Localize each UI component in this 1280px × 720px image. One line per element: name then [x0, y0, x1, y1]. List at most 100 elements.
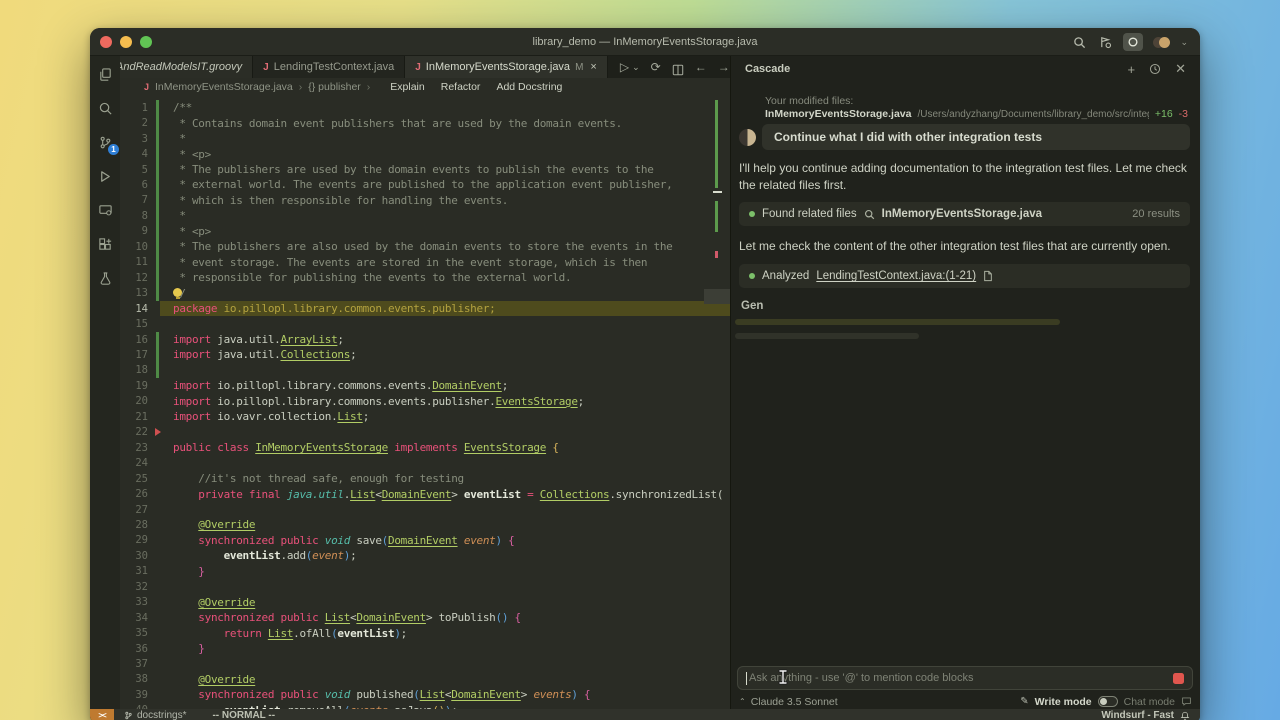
code-line[interactable]: 25 //it's not thread safe, enough for te… [120, 471, 730, 486]
code-line[interactable]: 18 [120, 363, 730, 378]
code-line[interactable]: 33 @Override [120, 595, 730, 610]
sync-icon[interactable]: ⟳ [651, 56, 661, 78]
minimize-window-button[interactable] [120, 36, 132, 48]
tab-inmemoryeventsstorage[interactable]: J InMemoryEventsStorage.java M × [405, 56, 608, 78]
refactor-action[interactable]: Refactor [441, 81, 481, 93]
line-number[interactable]: 13 [120, 287, 156, 299]
model-selector[interactable]: ⌃ Claude 3.5 Sonnet [739, 696, 838, 708]
line-number[interactable]: 3 [120, 133, 156, 145]
remote-icon[interactable] [93, 198, 117, 222]
line-number[interactable]: 31 [120, 565, 156, 577]
windsurf-status[interactable]: Windsurf - Fast [1101, 710, 1174, 720]
zoom-window-button[interactable] [140, 36, 152, 48]
chevron-down-icon[interactable]: ⌄ [632, 56, 640, 78]
search-icon[interactable] [1071, 34, 1087, 50]
line-number[interactable]: 27 [120, 504, 156, 516]
code-line[interactable]: 29 synchronized public void save(DomainE… [120, 533, 730, 548]
code-line[interactable]: 7 * which is then responsible for handli… [120, 193, 730, 208]
line-number[interactable]: 33 [120, 596, 156, 608]
plus-icon[interactable]: + [1128, 62, 1136, 77]
code-line[interactable]: 12 * responsible for publishing the even… [120, 270, 730, 285]
breadcrumb-symbol[interactable]: {} publisher [308, 81, 361, 93]
forward-icon[interactable]: → [718, 56, 730, 78]
code-line[interactable]: 6 * external world. The events are publi… [120, 177, 730, 192]
line-number[interactable]: 5 [120, 164, 156, 176]
close-window-button[interactable] [100, 36, 112, 48]
back-icon[interactable]: ← [695, 56, 707, 78]
run-icon[interactable]: ▷ [620, 56, 629, 78]
remote-indicator[interactable]: >< [90, 709, 114, 720]
line-number[interactable]: 38 [120, 673, 156, 685]
close-tab-icon[interactable]: × [590, 61, 596, 73]
code-line[interactable]: 32 [120, 579, 730, 594]
code-line[interactable]: 8 * [120, 208, 730, 223]
line-number[interactable]: 28 [120, 519, 156, 531]
stop-button[interactable] [1173, 673, 1184, 684]
line-number[interactable]: 18 [120, 364, 156, 376]
line-number[interactable]: 29 [120, 534, 156, 546]
code-line[interactable]: 36 } [120, 641, 730, 656]
code-line[interactable]: 4 * <p> [120, 146, 730, 161]
code-line[interactable]: 38 @Override [120, 672, 730, 687]
code-line[interactable]: 20import io.pillopl.library.commons.even… [120, 394, 730, 409]
line-number[interactable]: 32 [120, 581, 156, 593]
modified-file-row[interactable]: InMemoryEventsStorage.java /Users/andyzh… [765, 108, 1188, 120]
code-line[interactable]: 5 * The publishers are used by the domai… [120, 162, 730, 177]
line-number[interactable]: 19 [120, 380, 156, 392]
code-line[interactable]: 30 eventList.add(event); [120, 548, 730, 563]
code-line[interactable]: 35 return List.ofAll(eventList); [120, 625, 730, 640]
analyzed-file-link[interactable]: LendingTestContext.java:(1-21) [816, 270, 976, 282]
line-number[interactable]: 36 [120, 643, 156, 655]
code-line[interactable]: 21import io.vavr.collection.List; [120, 409, 730, 424]
code-line[interactable]: 2 * Contains domain event publishers tha… [120, 115, 730, 130]
line-number[interactable]: 34 [120, 612, 156, 624]
panel-toggle-icon[interactable] [1123, 33, 1143, 51]
line-number[interactable]: 39 [120, 689, 156, 701]
testing-icon[interactable] [93, 266, 117, 290]
line-number[interactable]: 6 [120, 179, 156, 191]
line-number[interactable]: 25 [120, 473, 156, 485]
code-line[interactable]: 13*/ [120, 285, 730, 300]
code-line[interactable]: 9 * <p> [120, 224, 730, 239]
line-number[interactable]: 10 [120, 241, 156, 253]
line-number[interactable]: 22 [120, 426, 156, 438]
line-number[interactable]: 8 [120, 210, 156, 222]
chevron-down-icon[interactable]: ⌄ [1180, 37, 1188, 48]
line-number[interactable]: 23 [120, 442, 156, 454]
publish-icon[interactable] [1097, 34, 1113, 50]
code-editor[interactable]: 1/**2 * Contains domain event publishers… [120, 96, 730, 709]
code-line[interactable]: 11 * event storage. The events are store… [120, 255, 730, 270]
bell-icon[interactable] [1180, 711, 1190, 720]
line-number[interactable]: 7 [120, 194, 156, 206]
close-icon[interactable]: ✕ [1175, 61, 1186, 77]
code-line[interactable]: 37 [120, 656, 730, 671]
mode-toggle[interactable] [1098, 696, 1118, 707]
line-number[interactable]: 24 [120, 457, 156, 469]
code-line[interactable]: 14package io.pillopl.library.common.even… [120, 301, 730, 316]
line-number[interactable]: 15 [120, 318, 156, 330]
split-editor-icon[interactable] [672, 59, 684, 76]
line-number[interactable]: 14 [120, 303, 156, 315]
line-number[interactable]: 37 [120, 658, 156, 670]
line-number[interactable]: 4 [120, 148, 156, 160]
code-line[interactable]: 1/** [120, 100, 730, 115]
line-number[interactable]: 9 [120, 225, 156, 237]
modified-file-name[interactable]: InMemoryEventsStorage.java [765, 108, 911, 120]
line-number[interactable]: 20 [120, 395, 156, 407]
line-number[interactable]: 21 [120, 411, 156, 423]
breadcrumb-file[interactable]: InMemoryEventsStorage.java [155, 81, 293, 93]
scrollbar-thumb[interactable] [704, 289, 730, 304]
history-icon[interactable] [1149, 63, 1161, 75]
explorer-icon[interactable] [93, 62, 117, 86]
code-line[interactable]: 23public class InMemoryEventsStorage imp… [120, 440, 730, 455]
tab-andreadmodelsit[interactable]: AndReadModelsIT.groovy [120, 56, 253, 78]
branch-indicator[interactable]: docstrings* [124, 710, 186, 720]
cascade-input[interactable]: Ask anything - use '@' to mention code b… [737, 666, 1193, 690]
code-line[interactable]: 3 * [120, 131, 730, 146]
code-line[interactable]: 34 synchronized public List<DomainEvent>… [120, 610, 730, 625]
line-number[interactable]: 26 [120, 488, 156, 500]
code-line[interactable]: 19import io.pillopl.library.commons.even… [120, 378, 730, 393]
line-number[interactable]: 35 [120, 627, 156, 639]
code-line[interactable]: 15 [120, 316, 730, 331]
tool-card-analyzed[interactable]: Analyzed LendingTestContext.java:(1-21) [739, 264, 1190, 288]
